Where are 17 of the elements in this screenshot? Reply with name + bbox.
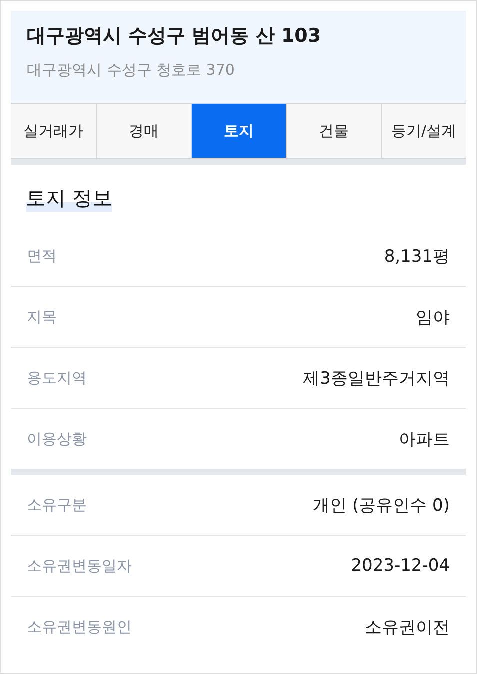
- field-label: 용도지역: [27, 368, 87, 388]
- field-label: 소유구분: [27, 496, 87, 514]
- field-value: 개인 (공유인수 0): [313, 494, 450, 516]
- field-label: 소유권변동원인: [27, 618, 132, 636]
- field-value: 제3종일반주거지역: [303, 368, 450, 390]
- field-value: 2023-12-04: [351, 556, 450, 576]
- road-address: 대구광역시 수성구 청호로 370: [27, 61, 236, 80]
- field-label: 소유권변동일자: [27, 556, 132, 576]
- field-value: 8,131평: [384, 246, 450, 268]
- field-value: 아파트: [399, 428, 450, 450]
- address-title: 대구광역시 수성구 범어동 산 103: [27, 24, 322, 49]
- field-value: 소유권이전: [365, 616, 450, 638]
- tab[interactable]: 토지: [192, 104, 287, 158]
- field-value: 임야: [416, 306, 450, 328]
- field-label: 이용상황: [27, 430, 87, 448]
- field-label: 면적: [27, 246, 57, 266]
- field-label: 지목: [27, 308, 57, 326]
